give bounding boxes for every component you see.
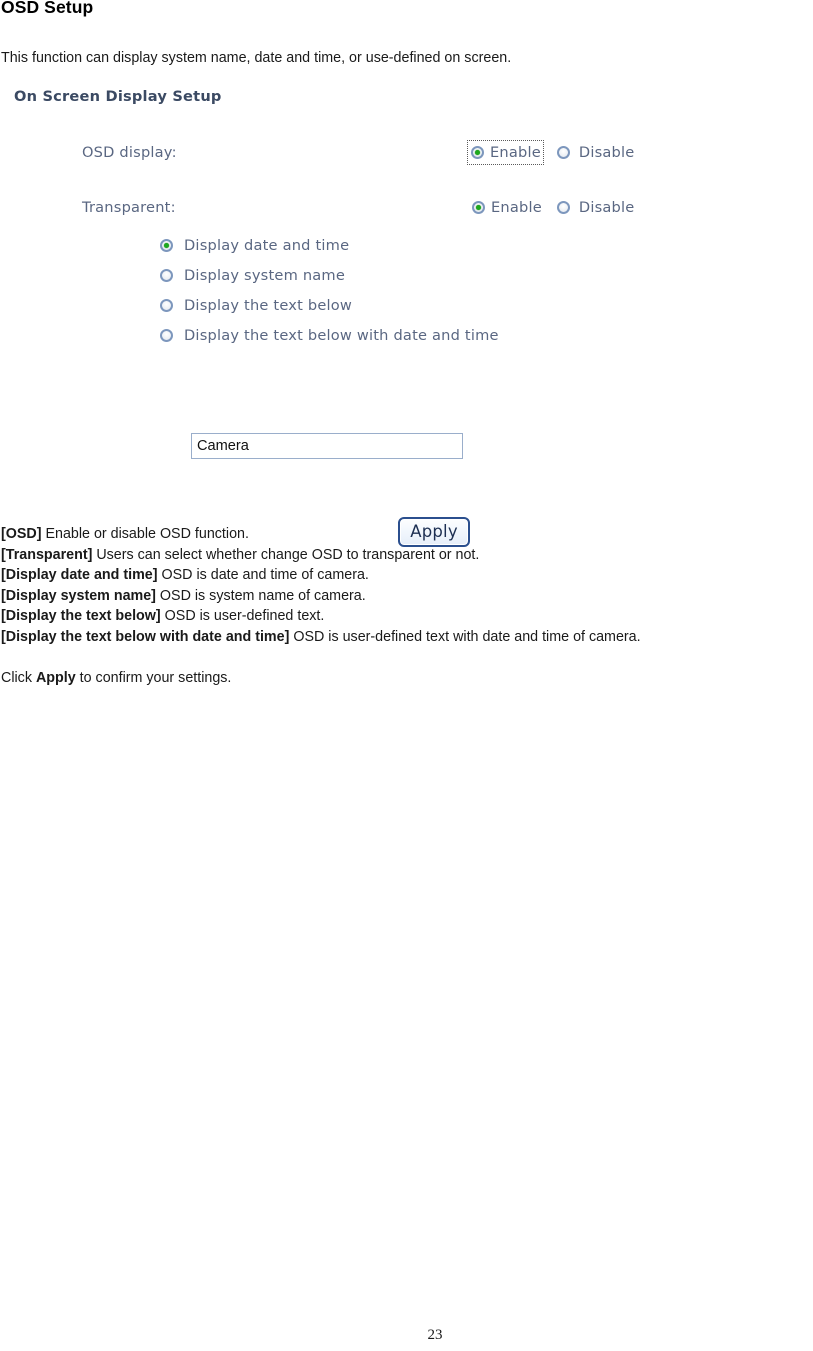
- display-mode-radio-group: Display date and time Display system nam…: [160, 230, 499, 350]
- display-mode-option-system-name[interactable]: Display system name: [160, 260, 499, 290]
- description-term: [OSD]: [1, 526, 42, 542]
- closing-suffix: to confirm your settings.: [75, 670, 232, 686]
- display-mode-label: Display date and time: [184, 236, 350, 254]
- display-mode-label: Display system name: [184, 266, 346, 284]
- transparent-disable-option[interactable]: Disable: [556, 199, 635, 216]
- osd-display-enable-label: Enable: [490, 144, 541, 161]
- osd-display-radio-group: Enable Disable: [467, 140, 635, 165]
- page-title: OSD Setup: [1, 0, 94, 17]
- osd-display-disable-option[interactable]: Disable: [556, 144, 635, 161]
- osd-display-label: OSD display:: [82, 144, 177, 161]
- radio-button-icon[interactable]: [160, 238, 173, 252]
- description-text: OSD is system name of camera.: [155, 587, 366, 604]
- panel-heading: On Screen Display Setup: [14, 88, 222, 105]
- osd-setup-panel: On Screen Display Setup OSD display: Ena…: [0, 84, 813, 547]
- transparent-disable-label: Disable: [578, 199, 635, 216]
- description-term: [Display system name]: [1, 587, 156, 604]
- description-text: Users can select whether change OSD to t…: [92, 546, 480, 563]
- description-list: [OSD] Enable or disable OSD function. [T…: [1, 524, 813, 647]
- display-mode-label: Display the text below with date and tim…: [184, 326, 499, 344]
- radio-button-icon[interactable]: [160, 268, 173, 282]
- description-item-text-below-with-date-and-time: [Display the text below with date and ti…: [1, 627, 813, 648]
- closing-prefix: Click: [1, 670, 36, 686]
- description-term: [Display the text below with date and ti…: [1, 628, 290, 645]
- description-text: OSD is user-defined text.: [160, 608, 325, 624]
- description-item-text-below: [Display the text below] OSD is user-def…: [1, 606, 813, 627]
- transparent-radio-group: Enable Disable: [472, 199, 634, 216]
- transparent-label: Transparent:: [82, 199, 176, 216]
- radio-button-icon[interactable]: [160, 298, 173, 312]
- radio-button-icon[interactable]: [556, 201, 570, 214]
- intro-paragraph: This function can display system name, d…: [1, 50, 512, 66]
- description-term: [Transparent]: [1, 546, 93, 563]
- description-term: [Display the text below]: [1, 608, 161, 624]
- radio-button-icon[interactable]: [160, 328, 173, 342]
- description-item-date-and-time: [Display date and time] OSD is date and …: [1, 565, 813, 586]
- description-item-transparent: [Transparent] Users can select whether c…: [1, 545, 813, 566]
- osd-display-disable-label: Disable: [578, 144, 635, 161]
- osd-text-input[interactable]: [191, 433, 463, 459]
- display-mode-option-text-below[interactable]: Display the text below: [160, 290, 499, 320]
- radio-button-icon[interactable]: [556, 146, 570, 159]
- osd-display-enable-option[interactable]: Enable: [467, 140, 544, 165]
- description-text: OSD is date and time of camera.: [157, 567, 369, 583]
- closing-instruction: Click Apply to confirm your settings.: [1, 670, 231, 686]
- description-item-system-name: [Display system name] OSD is system name…: [1, 586, 813, 607]
- description-text: Enable or disable OSD function.: [41, 526, 249, 542]
- display-mode-option-text-below-with-date-and-time[interactable]: Display the text below with date and tim…: [160, 320, 499, 350]
- description-item-osd: [OSD] Enable or disable OSD function.: [1, 524, 813, 545]
- display-mode-label: Display the text below: [184, 296, 353, 314]
- radio-button-icon[interactable]: [472, 201, 485, 214]
- display-mode-option-date-and-time[interactable]: Display date and time: [160, 230, 499, 260]
- description-term: [Display date and time]: [1, 567, 158, 583]
- transparent-enable-option[interactable]: Enable: [472, 199, 542, 216]
- description-text: OSD is user-defined text with date and t…: [289, 628, 641, 645]
- closing-emphasis: Apply: [35, 670, 76, 686]
- radio-button-icon[interactable]: [471, 146, 484, 159]
- transparent-enable-label: Enable: [491, 199, 542, 216]
- page-number: 23: [427, 1327, 443, 1343]
